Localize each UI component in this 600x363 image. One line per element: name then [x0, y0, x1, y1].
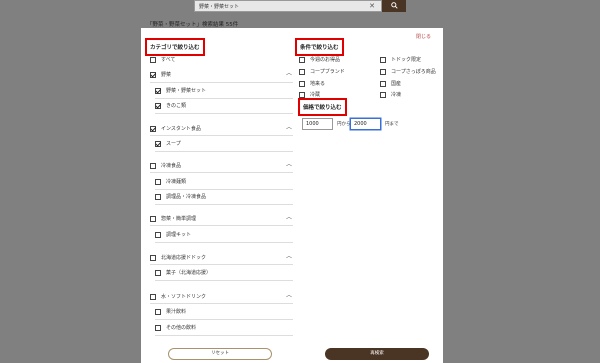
checkbox[interactable]: [150, 162, 156, 169]
category-other-drinks[interactable]: その他の飲料: [155, 324, 196, 331]
checkbox[interactable]: [155, 308, 161, 315]
checkbox[interactable]: [299, 68, 305, 75]
condition-filter-header: 条件で絞り込む: [295, 38, 344, 56]
category-soup[interactable]: スープ: [155, 140, 181, 147]
category-frozen[interactable]: 冷凍食品: [150, 162, 181, 169]
close-button[interactable]: 閉じる: [416, 33, 431, 40]
divider: [155, 151, 293, 152]
divider: [155, 335, 293, 336]
divider: [155, 113, 293, 114]
reset-button[interactable]: リセット: [168, 348, 272, 360]
checkbox[interactable]: [155, 193, 161, 200]
checkbox[interactable]: [150, 293, 156, 300]
divider: [155, 189, 293, 190]
divider: [150, 135, 293, 136]
divider: [155, 280, 293, 281]
condition-frozen[interactable]: 冷凍: [380, 91, 401, 98]
chevron-up-icon[interactable]: ︿: [286, 251, 292, 260]
category-instant[interactable]: インスタント食品: [150, 125, 201, 132]
checkbox[interactable]: [299, 56, 305, 63]
divider: [150, 172, 293, 173]
category-deli[interactable]: 惣菜・簡単調理: [150, 215, 196, 222]
condition-refrigerated[interactable]: 冷蔵: [299, 91, 320, 98]
checkbox[interactable]: [380, 56, 386, 63]
category-juice[interactable]: 果汁飲料: [155, 308, 186, 315]
apply-search-button[interactable]: 再検索: [325, 348, 429, 360]
divider: [150, 82, 293, 83]
category-all[interactable]: すべて: [150, 56, 175, 63]
divider: [150, 225, 293, 226]
condition-weekly-deal[interactable]: 今週のお得品: [299, 56, 340, 63]
price-max-input[interactable]: 2000: [350, 118, 381, 130]
checkbox-checked[interactable]: [155, 102, 161, 109]
chevron-up-icon[interactable]: ︿: [286, 122, 292, 131]
search-icon: [390, 2, 398, 9]
clear-icon[interactable]: ✕: [369, 2, 375, 10]
chevron-up-icon[interactable]: ︿: [286, 159, 292, 168]
price-filter-header: 価格で絞り込む: [298, 98, 347, 116]
checkbox[interactable]: [150, 254, 156, 261]
divider: [155, 242, 293, 243]
condition-coop-brand[interactable]: コープブランド: [299, 68, 345, 75]
checkbox[interactable]: [299, 80, 305, 87]
price-from-label: 円から: [337, 122, 351, 127]
search-button[interactable]: [382, 0, 406, 12]
category-filter-header: カテゴリで絞り込む: [145, 38, 205, 56]
condition-local[interactable]: 地来る: [299, 80, 325, 87]
checkbox[interactable]: [155, 269, 161, 276]
category-mushrooms[interactable]: きのこ類: [155, 102, 186, 109]
checkbox[interactable]: [155, 231, 161, 238]
checkbox[interactable]: [380, 80, 386, 87]
condition-domestic[interactable]: 国産: [380, 80, 401, 87]
search-result-count: 「野菜・野菜セット」検索結果 55件: [147, 22, 239, 28]
checkbox[interactable]: [150, 56, 156, 63]
condition-tokdock[interactable]: トドック限定: [380, 56, 421, 63]
checkbox[interactable]: [299, 91, 305, 98]
category-water[interactable]: 水・ソフトドリンク: [150, 293, 206, 300]
filter-modal: 閉じる カテゴリで絞り込む 条件で絞り込む 価格で絞り込む すべて 野菜 ︿ 野…: [141, 28, 443, 363]
checkbox-checked[interactable]: [155, 140, 161, 147]
checkbox-checked[interactable]: [150, 71, 156, 78]
checkbox-checked[interactable]: [150, 125, 156, 132]
price-to-label: 円まで: [385, 122, 399, 127]
category-vegetables[interactable]: 野菜: [150, 71, 171, 78]
checkbox-checked[interactable]: [155, 87, 161, 94]
search-bar: 野菜・野菜セット ✕: [194, 0, 406, 12]
checkbox[interactable]: [380, 91, 386, 98]
category-frozen-noodles[interactable]: 冷凍麺類: [155, 178, 186, 185]
category-hokkaido[interactable]: 北海道応援ドドック: [150, 254, 206, 261]
checkbox[interactable]: [380, 68, 386, 75]
chevron-up-icon[interactable]: ︿: [286, 212, 292, 221]
divider: [155, 319, 293, 320]
checkbox[interactable]: [155, 178, 161, 185]
category-vegetables-set[interactable]: 野菜・野菜セット: [155, 87, 206, 94]
divider: [150, 303, 293, 304]
category-hokkaido-sweets[interactable]: 菓子（北海道応援）: [155, 269, 211, 276]
divider: [155, 98, 293, 99]
checkbox[interactable]: [155, 324, 161, 331]
category-cooking-kit[interactable]: 調理キット: [155, 231, 191, 238]
divider: [150, 264, 293, 265]
chevron-up-icon[interactable]: ︿: [286, 68, 292, 77]
condition-coop-kisso[interactable]: コープさっぽろ商品: [380, 68, 436, 75]
divider: [155, 204, 293, 205]
search-input[interactable]: 野菜・野菜セット ✕: [194, 0, 382, 12]
chevron-up-icon[interactable]: ︿: [286, 290, 292, 299]
checkbox[interactable]: [150, 215, 156, 222]
category-frozen-cooking[interactable]: 調理品・冷凍食品: [155, 193, 206, 200]
price-min-input[interactable]: 1000: [302, 118, 333, 130]
